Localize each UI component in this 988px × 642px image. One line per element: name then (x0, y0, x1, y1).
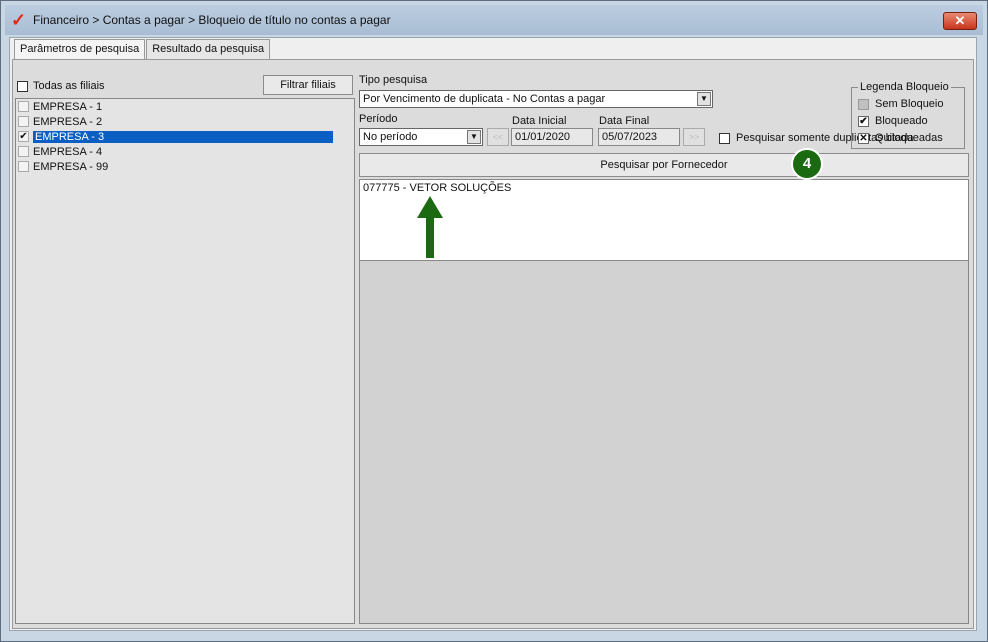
tipo-pesquisa-label: Tipo pesquisa (359, 74, 428, 86)
data-inicial-field[interactable]: 01/01/2020 (511, 128, 593, 146)
fornecedor-results-list: 077775 - VETOR SOLUÇÕES (359, 179, 969, 261)
lower-panel (359, 261, 969, 624)
checkbox-box[interactable] (17, 80, 28, 92)
previous-period-button[interactable]: << (487, 128, 509, 146)
quitada-x-icon: ✕ (858, 132, 869, 144)
tab-parametros[interactable]: Parâmetros de pesquisa (14, 39, 146, 60)
filiais-list: EMPRESA - 1 EMPRESA - 2 ✔ EMPRESA - 3 EM… (15, 98, 355, 624)
chevron-down-icon[interactable]: ▼ (467, 130, 481, 144)
filial-checkbox[interactable] (18, 116, 29, 127)
list-item[interactable]: EMPRESA - 4 (16, 144, 354, 159)
filial-label: EMPRESA - 1 (33, 100, 103, 113)
legenda-bloqueio: Legenda Bloqueio Sem Bloqueio ✔ Bloquead… (851, 81, 965, 149)
step-badge: 4 (791, 148, 823, 180)
legend-label: Quitada (875, 132, 914, 144)
todas-filiais-label: Todas as filiais (33, 80, 105, 92)
next-period-button[interactable]: >> (683, 128, 705, 146)
legend-label: Bloqueado (875, 115, 928, 127)
arrow-up-icon (417, 196, 443, 258)
tipo-pesquisa-value: Por Vencimento de duplicata - No Contas … (363, 93, 606, 105)
list-item[interactable]: ✔ EMPRESA - 3 (16, 129, 354, 144)
content-area: Parâmetros de pesquisa Resultado da pesq… (9, 37, 977, 631)
close-button[interactable]: ✕ (943, 12, 977, 30)
sem-bloqueio-icon (858, 98, 869, 110)
legenda-title: Legenda Bloqueio (858, 81, 951, 93)
periodo-value: No período (363, 131, 418, 143)
list-item[interactable]: EMPRESA - 1 (16, 99, 354, 114)
filial-label: EMPRESA - 3 (33, 130, 333, 143)
tab-strip: Parâmetros de pesquisa Resultado da pesq… (14, 39, 271, 60)
filial-label: EMPRESA - 4 (33, 145, 103, 158)
periodo-select[interactable]: No período ▼ (359, 128, 483, 146)
todas-filiais-checkbox[interactable]: Todas as filiais (17, 80, 105, 92)
filial-checkbox[interactable] (18, 146, 29, 157)
data-inicial-label: Data Inicial (512, 115, 567, 127)
filial-label: EMPRESA - 2 (33, 115, 103, 128)
window-title: Financeiro > Contas a pagar > Bloqueio d… (33, 13, 391, 27)
app-logo-icon: ✓ (11, 10, 27, 30)
list-item[interactable]: EMPRESA - 99 (16, 159, 354, 174)
main-window: ✓ Financeiro > Contas a pagar > Bloqueio… (0, 0, 988, 642)
filial-checkbox-checked[interactable]: ✔ (18, 131, 29, 142)
legend-item-bloqueado: ✔ Bloqueado (858, 115, 928, 127)
data-final-label: Data Final (599, 115, 650, 127)
list-item[interactable]: 077775 - VETOR SOLUÇÕES (363, 182, 511, 194)
bloqueado-check-icon: ✔ (858, 115, 869, 127)
filial-label: EMPRESA - 99 (33, 160, 109, 173)
filial-checkbox[interactable] (18, 101, 29, 112)
legend-label: Sem Bloqueio (875, 98, 944, 110)
filtrar-filiais-button[interactable]: Filtrar filiais (263, 75, 353, 95)
legend-item-quitada: ✕ Quitada (858, 132, 914, 144)
tab-panel-parametros: Todas as filiais Filtrar filiais EMPRESA… (12, 59, 974, 629)
data-final-field[interactable]: 05/07/2023 (598, 128, 680, 146)
tipo-pesquisa-select[interactable]: Por Vencimento de duplicata - No Contas … (359, 90, 713, 108)
legend-item-sem-bloqueio: Sem Bloqueio (858, 98, 944, 110)
tab-resultado[interactable]: Resultado da pesquisa (146, 39, 271, 59)
chevron-down-icon[interactable]: ▼ (697, 92, 711, 106)
filial-checkbox[interactable] (18, 161, 29, 172)
periodo-label: Período (359, 113, 398, 125)
pesquisar-fornecedor-button[interactable]: Pesquisar por Fornecedor (359, 153, 969, 177)
title-bar: ✓ Financeiro > Contas a pagar > Bloqueio… (5, 5, 983, 35)
list-item[interactable]: EMPRESA - 2 (16, 114, 354, 129)
checkbox-box[interactable] (719, 132, 730, 144)
